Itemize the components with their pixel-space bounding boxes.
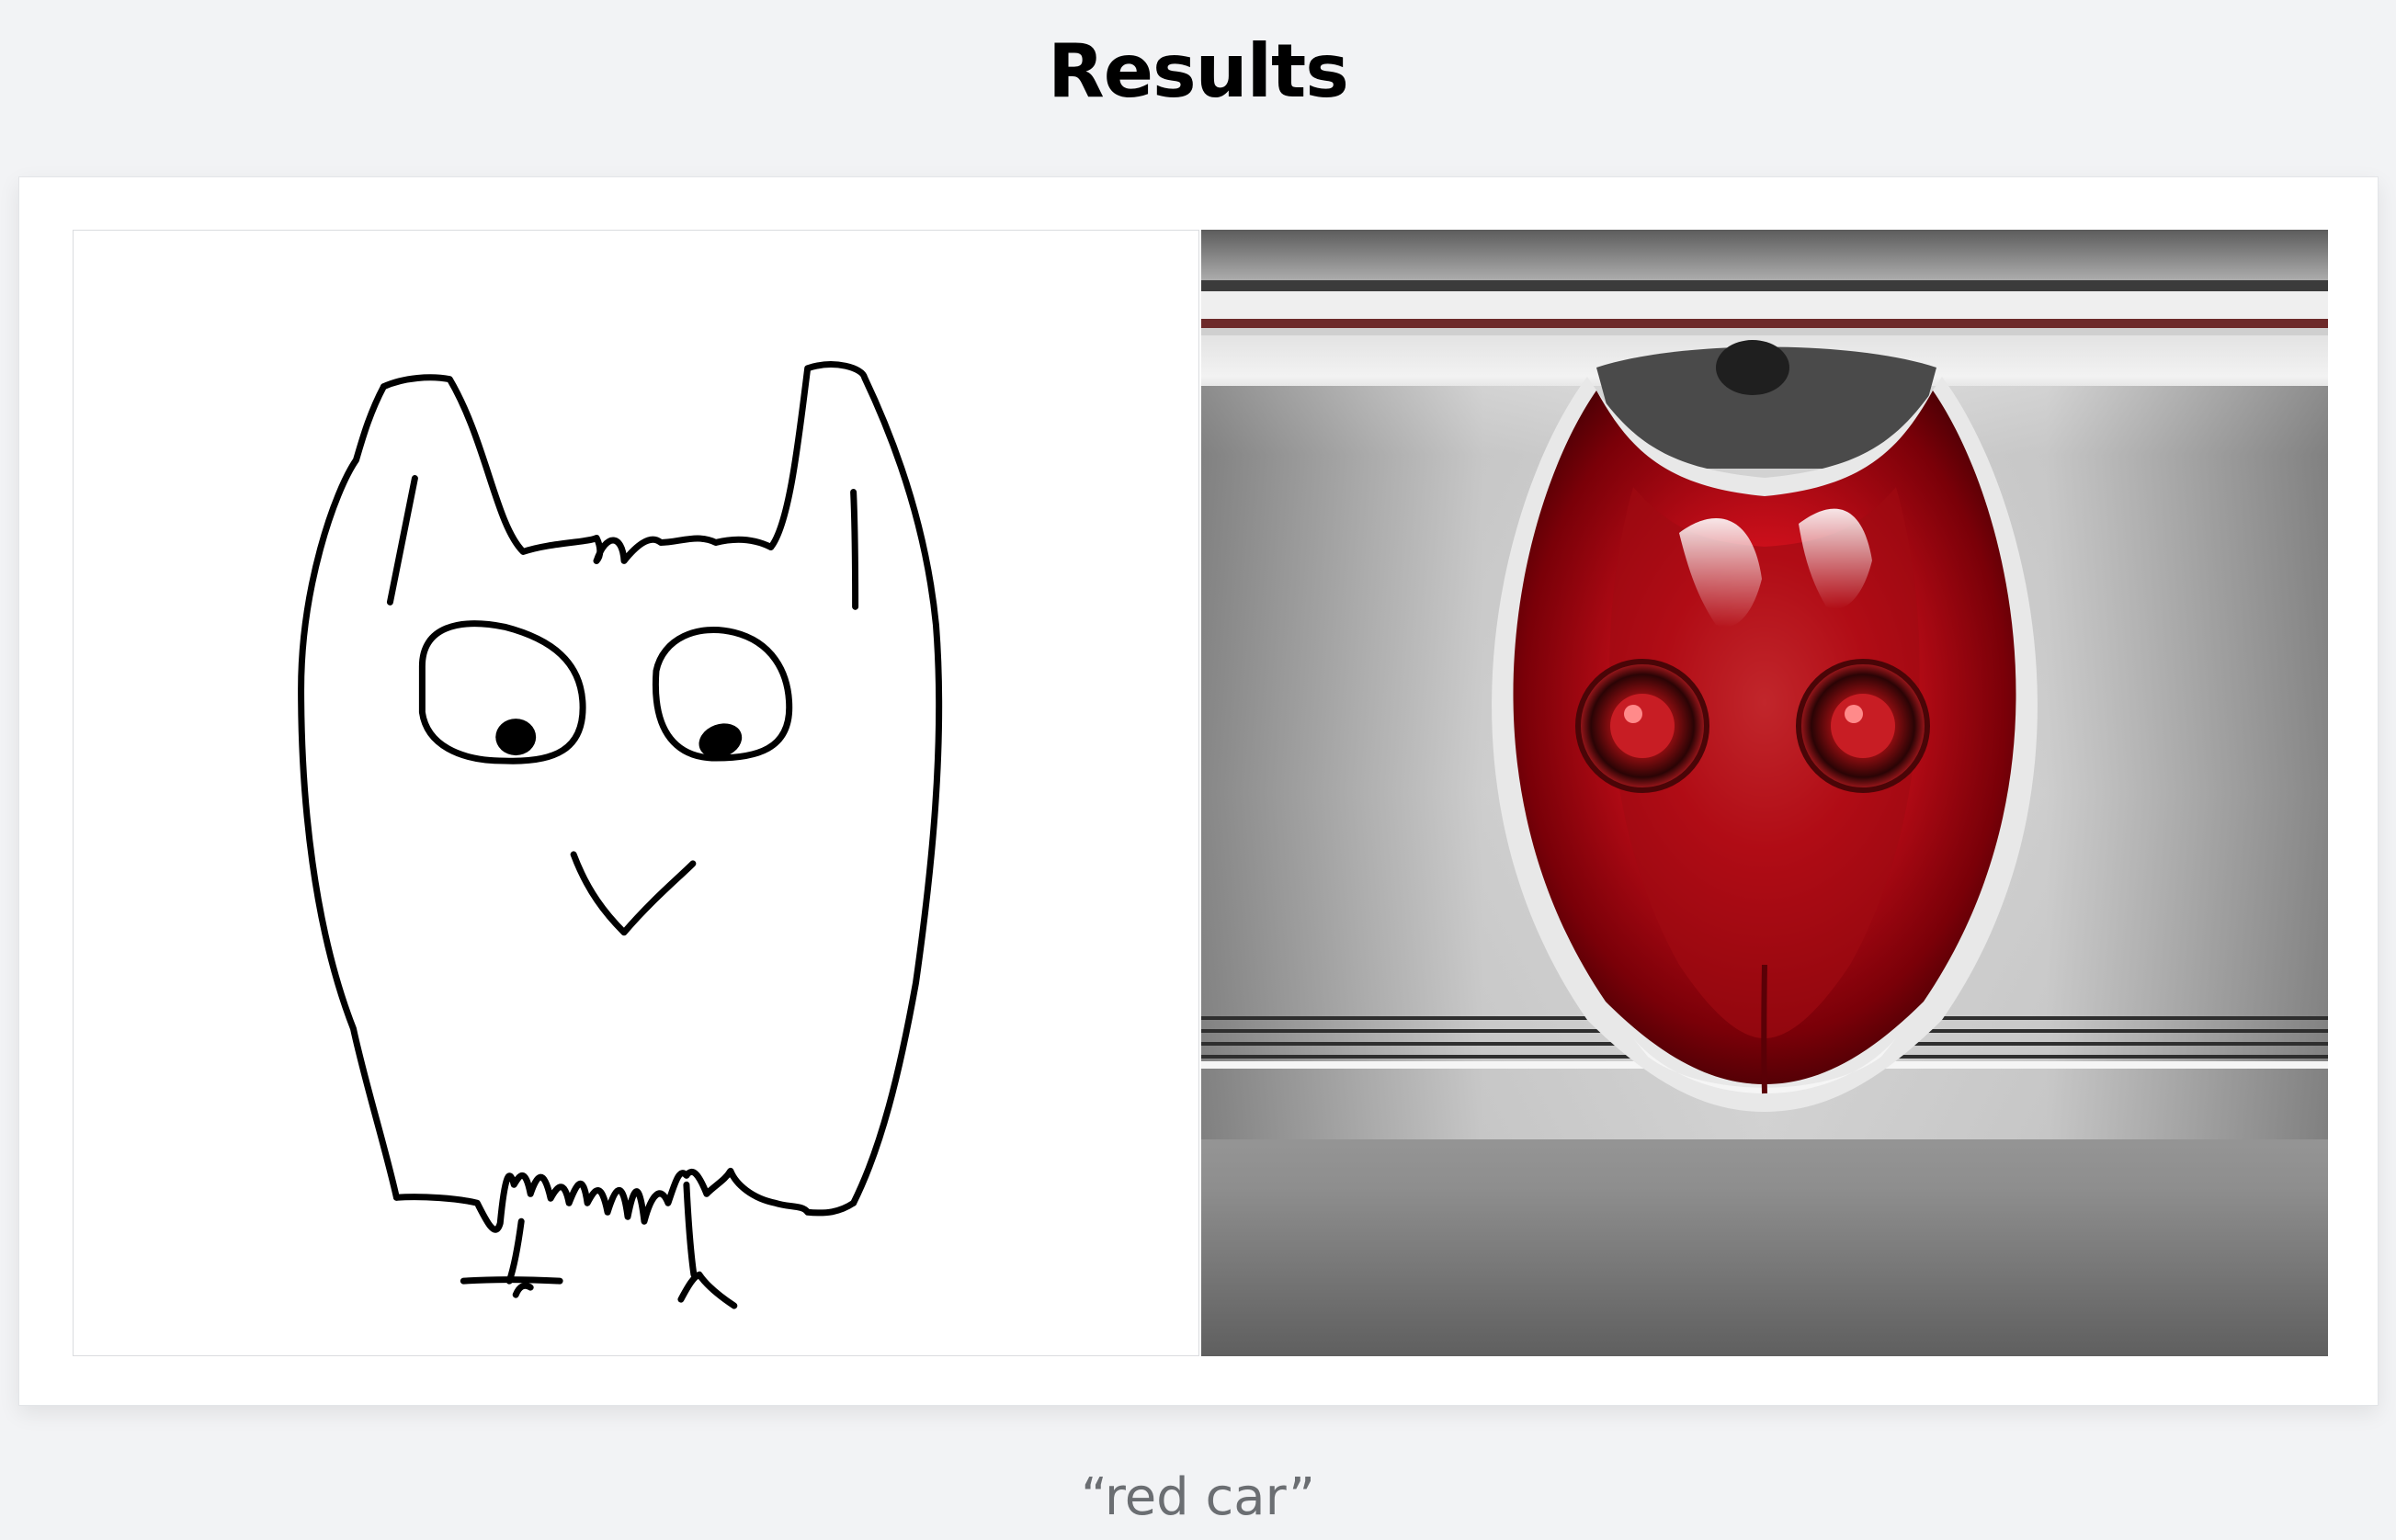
results-card: [18, 176, 2379, 1406]
sketch-panel: [73, 230, 1199, 1356]
results-page: Results “red car”: [0, 0, 2396, 1540]
owl-sketch-icon: [74, 231, 1198, 1355]
prompt-caption: “red car”: [1080, 1467, 1316, 1527]
red-car-rear-image: [1201, 230, 2328, 1356]
page-title: Results: [1048, 28, 1349, 114]
generated-image-panel: [1201, 230, 2328, 1356]
